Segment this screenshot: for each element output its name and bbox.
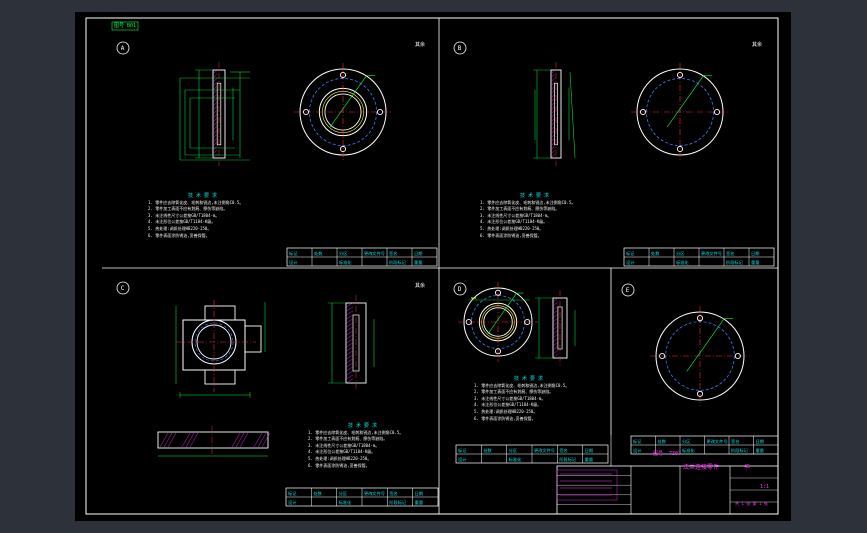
table-header-cell: 更改文件号 bbox=[701, 250, 722, 257]
table-cell: 阶段标记 bbox=[389, 499, 407, 506]
roughness-note-C: 其余 bbox=[415, 282, 425, 289]
table-header-cell: 更改文件号 bbox=[364, 250, 385, 257]
table-header-cell: 标记 bbox=[633, 438, 642, 445]
table-header-cell: 分区 bbox=[339, 250, 347, 257]
table-cell: 阶段标记 bbox=[731, 447, 749, 454]
top-tag-text: 图号 B01 bbox=[114, 23, 137, 29]
table-cell: 重量 bbox=[756, 447, 764, 454]
roughness-text: 其余 bbox=[415, 282, 425, 289]
table-cell: 重量 bbox=[585, 456, 593, 463]
table-header-cell: 分区 bbox=[676, 250, 684, 257]
title-block-sheet: 共 1 张 第 1 张 bbox=[735, 501, 768, 506]
table-header-cell: 标记 bbox=[626, 250, 635, 257]
table-header-cell: 签名 bbox=[389, 250, 397, 257]
table-cell: 标准化 bbox=[682, 447, 695, 454]
cad-drawing-canvas: A BC D E其余 其余其余标记 处数 分区 更改文件号 签名 日期设计 标准化 阶段标记 重量标记处… bbox=[75, 12, 791, 521]
table-cell: 标准化 bbox=[509, 456, 522, 463]
table-header-cell: 处数 bbox=[313, 490, 322, 497]
title-block-scale: 1:1 bbox=[760, 484, 770, 490]
table-header-cell: 分区 bbox=[682, 438, 690, 445]
table-header-cell: 签名 bbox=[726, 250, 734, 257]
table-cell: 阶段标记 bbox=[389, 259, 407, 266]
title-block-drawing-no: 图号 -7307 bbox=[653, 451, 682, 457]
roughness-note-B: 其余 bbox=[752, 41, 762, 48]
table-header-cell: 分区 bbox=[509, 447, 517, 454]
table-cell: 重量 bbox=[415, 499, 423, 506]
table-header-cell: 处数 bbox=[651, 250, 660, 257]
view-label-letter: B bbox=[458, 45, 462, 52]
table-header-cell: 标记 bbox=[288, 490, 297, 497]
drawing-sheet bbox=[75, 12, 791, 521]
table-header-cell: 更改文件号 bbox=[707, 438, 728, 445]
table-cell: 重量 bbox=[414, 259, 422, 266]
table-cell: 设计 bbox=[288, 499, 296, 506]
table-header-cell: 处数 bbox=[314, 250, 323, 257]
table-cell: 设计 bbox=[633, 447, 641, 454]
roughness-text: 其余 bbox=[415, 41, 425, 48]
tech-notes-a: 技 术 要 求 1. 零件应去除氧化皮、毛刺和锐边,未注倒角C0.5。 2. 零件… bbox=[148, 193, 244, 238]
table-cell: 标准化 bbox=[676, 259, 689, 266]
table-cell: 设计 bbox=[458, 456, 466, 463]
view-label-letter: E bbox=[626, 287, 630, 294]
table-cell: 阶段标记 bbox=[559, 456, 577, 463]
table-cell: 阶段标记 bbox=[726, 259, 744, 266]
table-cell: 标准化 bbox=[339, 499, 352, 506]
view-label-letter: D bbox=[458, 286, 462, 293]
table-header-cell: 标记 bbox=[458, 447, 467, 454]
roughness-text: 其余 bbox=[752, 41, 762, 48]
title-block-title: 法兰连接零件 bbox=[683, 464, 720, 471]
table-cell: 设计 bbox=[626, 259, 634, 266]
tech-notes-c: 技 术 要 求 1. 零件应去除氧化皮、毛刺和锐边,未注倒角C0.5。 2. 零件… bbox=[308, 423, 404, 468]
table-cell: 重量 bbox=[751, 259, 759, 266]
table-header-cell: 签名 bbox=[389, 490, 397, 497]
view-label-letter: C bbox=[121, 285, 125, 292]
table-header-cell: 处数 bbox=[658, 438, 667, 445]
tech-notes-d: 技 术 要 求 1. 零件应去除氧化皮、毛刺和锐边,未注倒角C0.5。 2. 零件… bbox=[474, 376, 570, 421]
table-header-cell: 更改文件号 bbox=[364, 490, 385, 497]
table-header-cell: 分区 bbox=[339, 490, 347, 497]
view-label-letter: A bbox=[121, 45, 125, 52]
table-header-cell: 标记 bbox=[289, 250, 298, 257]
table-header-cell: 更改文件号 bbox=[534, 447, 555, 454]
table-header-cell: 签名 bbox=[559, 447, 567, 454]
tech-notes-b: 技 术 要 求 1. 零件应去除氧化皮、毛刺和锐边,未注倒角C0.5。 2. 零件… bbox=[480, 193, 576, 238]
title-block-material: 45 bbox=[744, 464, 751, 470]
table-cell: 设计 bbox=[289, 259, 297, 266]
table-cell: 标准化 bbox=[339, 259, 352, 266]
roughness-note-A: 其余 bbox=[415, 41, 425, 48]
table-header-cell: 签名 bbox=[731, 438, 739, 445]
table-header-cell: 处数 bbox=[483, 447, 492, 454]
